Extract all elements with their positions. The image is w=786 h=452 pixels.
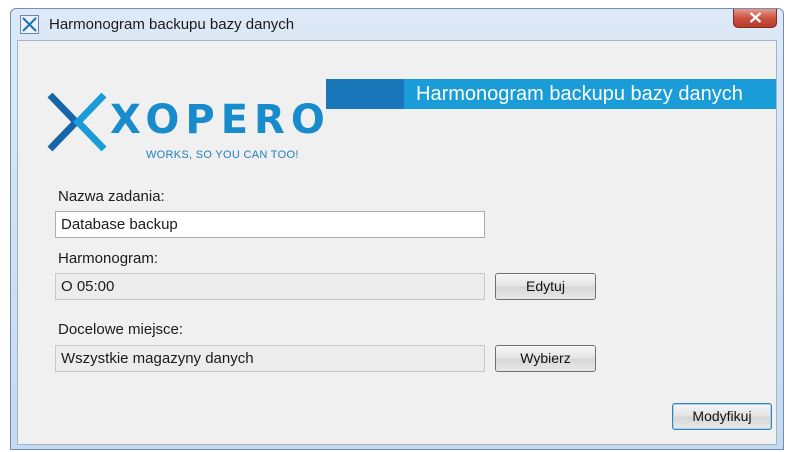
window-title: Harmonogram backupu bazy danych (49, 16, 295, 33)
close-icon (749, 12, 762, 23)
banner-title: Harmonogram backupu bazy danych (416, 83, 743, 105)
task-name-label: Nazwa zadania: (58, 188, 165, 205)
dialog-window: Harmonogram backupu bazy danych Harmonog… (10, 8, 784, 450)
edit-button[interactable]: Edytuj (495, 273, 596, 300)
banner: Harmonogram backupu bazy danych (404, 79, 776, 109)
xopero-logo: XOPERO WORKS, SO YOU CAN TOO! (46, 87, 326, 171)
logo-x-mark (47, 92, 107, 152)
title-bar[interactable]: Harmonogram backupu bazy danych (11, 9, 783, 39)
logo-tagline: WORKS, SO YOU CAN TOO! (146, 149, 299, 161)
banner-accent (326, 79, 404, 109)
dialog-content: Harmonogram backupu bazy danych XOPERO W… (17, 40, 777, 445)
task-name-input[interactable]: Database backup (55, 211, 485, 238)
choose-button[interactable]: Wybierz (495, 345, 596, 372)
modify-button[interactable]: Modyfikuj (672, 403, 772, 430)
schedule-field: O 05:00 (55, 273, 485, 300)
xopero-app-icon[interactable] (20, 15, 39, 34)
destination-field: Wszystkie magazyny danych (55, 345, 485, 372)
close-button[interactable] (733, 9, 777, 28)
logo-wordmark: XOPERO (110, 97, 331, 143)
destination-label: Docelowe miejsce: (58, 321, 184, 338)
schedule-label: Harmonogram: (58, 250, 159, 267)
